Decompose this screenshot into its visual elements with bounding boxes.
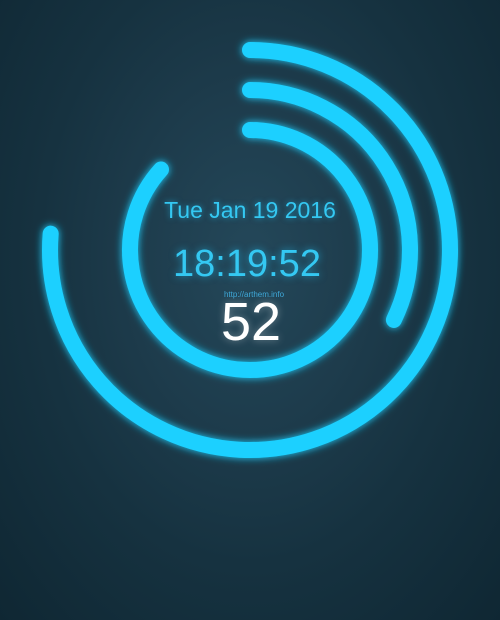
time-label: 18:19:52 [173,243,321,285]
clock-widget: Tue Jan 19 2016 18:19:52 http://arthem.i… [0,0,500,620]
date-label: Tue Jan 19 2016 [164,197,336,223]
seconds-label: 52 [220,292,282,352]
clock-text: Tue Jan 19 2016 18:19:52 http://arthem.i… [0,0,500,620]
